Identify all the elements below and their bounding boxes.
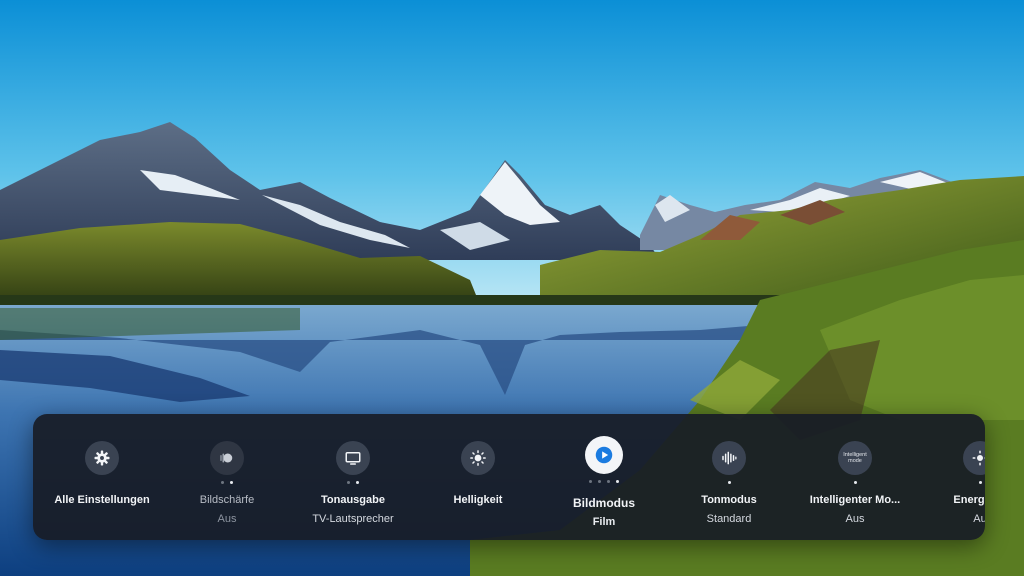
quick-item-energy-saving[interactable]: Energiesp Au — [910, 414, 985, 540]
quick-item-label: Intelligenter Mo... — [809, 494, 901, 506]
option-indicator-dots — [659, 481, 799, 484]
option-indicator-dots — [910, 481, 985, 484]
quick-item-sound-mode[interactable]: Tonmodus Standard — [659, 414, 799, 540]
quick-item-sharpness[interactable]: Bildschärfe Aus — [157, 414, 297, 540]
intelligent-mode-icon-text: Intelligent mode — [843, 452, 867, 464]
quick-item-value: Film — [592, 516, 616, 528]
quick-settings-bar: Alle Einstellungen Bildschärfe Aus Tonau… — [33, 414, 985, 540]
quick-item-sound-output[interactable]: Tonausgabe TV-Lautsprecher — [283, 414, 423, 540]
quick-item-label: Tonausgabe — [321, 494, 385, 506]
option-indicator-dots — [534, 480, 674, 483]
option-indicator-dots — [785, 481, 925, 484]
sharpness-icon — [210, 441, 244, 475]
quick-item-value: Standard — [706, 513, 752, 525]
sun-icon — [461, 441, 495, 475]
quick-item-label: Energiesp — [953, 494, 985, 506]
quick-item-value: Aus — [845, 513, 865, 525]
intelligent-mode-icon: Intelligent mode — [838, 441, 872, 475]
sound-wave-icon — [712, 441, 746, 475]
energy-icon — [963, 441, 985, 475]
quick-item-value: TV-Lautsprecher — [312, 513, 394, 525]
quick-item-label: Helligkeit — [453, 494, 503, 506]
play-icon — [585, 436, 623, 474]
quick-item-label: Bildmodus — [573, 496, 635, 510]
quick-item-label: Alle Einstellungen — [54, 494, 150, 506]
quick-item-picture-mode[interactable]: Bildmodus Film — [534, 414, 674, 540]
tv-icon — [336, 441, 370, 475]
quick-item-value: Au — [973, 513, 985, 525]
quick-item-value: Aus — [217, 513, 237, 525]
option-indicator-dots — [283, 481, 423, 484]
quick-item-label: Bildschärfe — [199, 494, 255, 506]
quick-item-intelligent-mode[interactable]: Intelligent mode Intelligenter Mo... Aus — [785, 414, 925, 540]
quick-item-brightness[interactable]: Helligkeit — [408, 414, 548, 540]
quick-item-label: Tonmodus — [701, 494, 757, 506]
quick-item-all-settings[interactable]: Alle Einstellungen — [33, 414, 172, 540]
option-indicator-dots — [157, 481, 297, 484]
gear-icon — [85, 441, 119, 475]
